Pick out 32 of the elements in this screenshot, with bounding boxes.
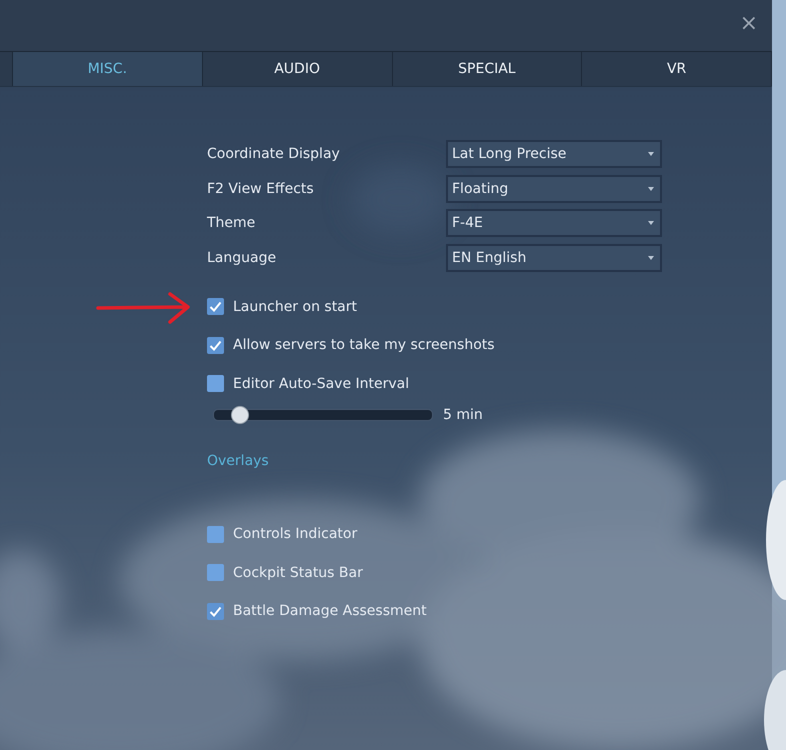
- tab[interactable]: VR: [582, 52, 772, 86]
- caret-icon: [648, 256, 654, 260]
- checkbox[interactable]: [207, 375, 224, 392]
- setting-label: Coordinate Display: [207, 146, 341, 162]
- setting-label: Theme: [207, 215, 256, 231]
- checkbox[interactable]: [207, 298, 224, 315]
- dropdown[interactable]: F-4E: [446, 209, 662, 237]
- slider-track[interactable]: [213, 409, 433, 421]
- slider-value: 5 min: [443, 407, 483, 423]
- setting-label: F2 View Effects: [207, 180, 315, 196]
- checkbox-label: Editor Auto-Save Interval: [233, 376, 410, 392]
- checkbox-label: Cockpit Status Bar: [233, 564, 363, 580]
- tab[interactable]: AUDIO: [202, 52, 392, 86]
- checkbox-label: Battle Damage Assessment: [233, 603, 427, 619]
- checkbox[interactable]: [207, 336, 224, 354]
- tab[interactable]: MISC.: [13, 52, 203, 86]
- close-button[interactable]: ×: [740, 11, 758, 36]
- caret-icon: [648, 186, 654, 190]
- checkbox[interactable]: [207, 564, 224, 581]
- caret-icon: [648, 221, 654, 225]
- dropdown[interactable]: Lat Long Precise: [446, 140, 662, 168]
- checkbox-label: Controls Indicator: [233, 526, 358, 542]
- section-heading: Overlays: [207, 453, 270, 469]
- caret-icon: [648, 152, 654, 156]
- dropdown[interactable]: Floating: [446, 174, 662, 202]
- tab[interactable]: SPECIAL: [392, 52, 582, 86]
- dropdown[interactable]: EN English: [446, 244, 662, 272]
- setting-label: Language: [207, 250, 278, 266]
- checkbox[interactable]: [207, 602, 224, 620]
- checkbox-label: Launcher on start: [233, 298, 358, 314]
- checkbox[interactable]: [207, 526, 224, 542]
- checkbox-label: Allow servers to take my screenshots: [233, 337, 495, 353]
